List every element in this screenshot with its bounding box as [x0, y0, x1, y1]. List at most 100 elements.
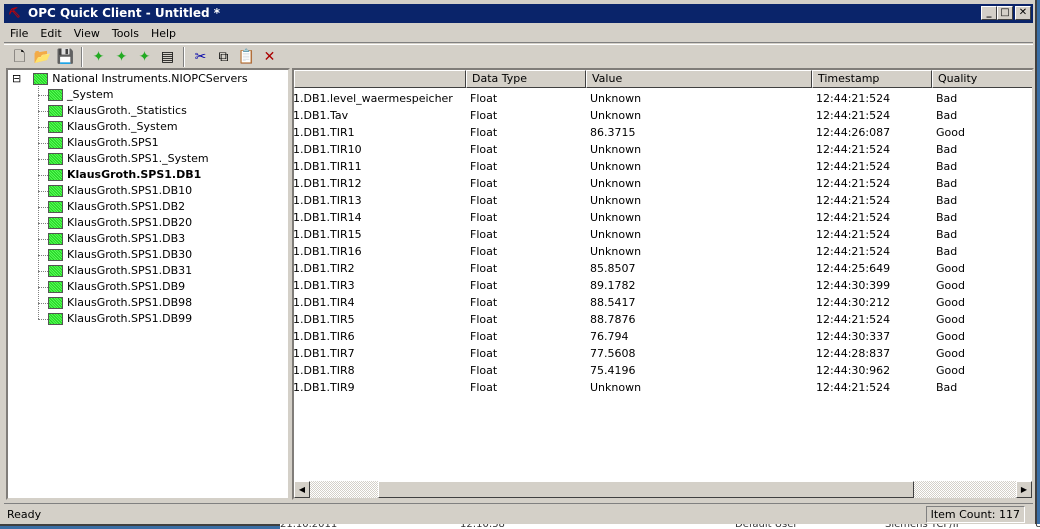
cut-icon: ✂: [194, 48, 207, 65]
column-header[interactable]: Data Type: [466, 70, 586, 88]
cell: 12:44:25:649: [816, 262, 891, 275]
new-file-button[interactable]: 🗋: [8, 46, 31, 68]
table-row[interactable]: 1.DB1.TIR13 Float Unknown 12:44:21:524 Bad: [294, 192, 1032, 209]
cell: 1.DB1.TIR9: [293, 381, 355, 394]
tree-item[interactable]: KlausGroth._System: [48, 119, 178, 135]
cell: 88.7876: [590, 313, 636, 326]
column-header[interactable]: Quality: [932, 70, 1032, 88]
menu-file[interactable]: File: [4, 24, 34, 42]
cell: 12:44:21:524: [816, 228, 891, 241]
cell: Float: [470, 92, 498, 105]
cell: 12:44:21:524: [816, 245, 891, 258]
save-button[interactable]: 💾: [54, 46, 77, 68]
server-tree[interactable]: ⊟ National Instruments.NIOPCServers _Syste…: [6, 68, 290, 500]
tree-item[interactable]: KlausGroth.SPS1.DB99: [48, 311, 192, 327]
table-row[interactable]: 1.DB1.TIR15 Float Unknown 12:44:21:524 Bad: [294, 226, 1032, 243]
table-row[interactable]: 1.DB1.Tav Float Unknown 12:44:21:524 Bad: [294, 107, 1032, 124]
column-header[interactable]: Value: [586, 70, 812, 88]
open-folder-button[interactable]: 📂: [31, 46, 54, 68]
cell: 1.DB1.TIR3: [293, 279, 355, 292]
tree-item[interactable]: KlausGroth.SPS1.DB20: [48, 215, 192, 231]
menu-tools[interactable]: Tools: [106, 24, 145, 42]
tree-item[interactable]: KlausGroth.SPS1.DB2: [48, 199, 185, 215]
menu-edit[interactable]: Edit: [34, 24, 67, 42]
tree-line: [38, 111, 48, 112]
new-server-connection-button[interactable]: ✦: [87, 46, 110, 68]
cell: 89.1782: [590, 279, 636, 292]
properties-button[interactable]: ▤: [156, 46, 179, 68]
tree-item[interactable]: KlausGroth.SPS1.DB10: [48, 183, 192, 199]
folder-icon: [48, 201, 63, 213]
menu-view[interactable]: View: [68, 24, 106, 42]
cell: 1.DB1.TIR12: [293, 177, 362, 190]
table-row[interactable]: 1.DB1.TIR4 Float 88.5417 12:44:30:212 Good: [294, 294, 1032, 311]
tree-item[interactable]: KlausGroth.SPS1: [48, 135, 159, 151]
table-row[interactable]: 1.DB1.level_waermespeicher Float Unknown 12…: [294, 90, 1032, 107]
cell: Float: [470, 160, 498, 173]
cell: Bad: [936, 211, 958, 224]
table-row[interactable]: 1.DB1.TIR11 Float Unknown 12:44:21:524 Bad: [294, 158, 1032, 175]
tree-item[interactable]: KlausGroth.SPS1.DB3: [48, 231, 185, 247]
collapse-icon[interactable]: ⊟: [12, 71, 21, 87]
tree-item[interactable]: KlausGroth.SPS1.DB31: [48, 263, 192, 279]
folder-icon: [48, 249, 63, 261]
scroll-right-button[interactable]: ▶: [1016, 481, 1032, 498]
horizontal-scrollbar[interactable]: ◀ ▶: [294, 481, 1032, 498]
tree-item[interactable]: KlausGroth.SPS1.DB9: [48, 279, 185, 295]
table-row[interactable]: 1.DB1.TIR9 Float Unknown 12:44:21:524 Bad: [293, 379, 1032, 396]
cell: Good: [936, 347, 965, 360]
tree-root-label: National Instruments.NIOPCServers: [52, 72, 248, 85]
cell: 12:44:21:524: [816, 194, 891, 207]
table-row[interactable]: 1.DB1.TIR6 Float 76.794 12:44:30:337 Good: [294, 328, 1032, 345]
tree-item[interactable]: KlausGroth.SPS1._System: [48, 151, 209, 167]
paste-button[interactable]: 📋: [235, 46, 258, 68]
cell: 1.DB1.TIR8: [293, 364, 355, 377]
maximize-button[interactable]: □: [997, 6, 1013, 20]
delete-button[interactable]: ✕: [258, 46, 281, 68]
table-row[interactable]: 1.DB1.TIR10 Float Unknown 12:44:21:524 Bad: [293, 141, 1032, 158]
new-group-button[interactable]: ✦: [110, 46, 133, 68]
table-row[interactable]: 1.DB1.TIR14 Float Unknown 12:44:21:524 Bad: [294, 209, 1032, 226]
folder-icon: [48, 233, 63, 245]
cell: Good: [936, 262, 965, 275]
tree-item[interactable]: KlausGroth._Statistics: [48, 103, 187, 119]
new-item-button[interactable]: ✦: [133, 46, 156, 68]
cell: 1.DB1.TIR10: [293, 143, 362, 156]
table-row[interactable]: 1.DB1.TIR2 Float 85.8507 12:44:25:649 Good: [294, 260, 1032, 277]
table-row[interactable]: 1.DB1.TIR3 Float 89.1782 12:44:30:399 Good: [293, 277, 1032, 294]
table-row[interactable]: 1.DB1.TIR8 Float 75.4196 12:44:30:962 Good: [293, 362, 1032, 379]
cell: 1.DB1.TIR1: [293, 126, 355, 139]
tree-item[interactable]: _System: [48, 87, 114, 103]
table-row[interactable]: 1.DB1.TIR1 Float 86.3715 12:44:26:087 Good: [293, 124, 1032, 141]
minimize-button[interactable]: _: [981, 6, 997, 20]
cell: Float: [470, 245, 498, 258]
cell: 12:44:30:212: [816, 296, 891, 309]
table-row[interactable]: 1.DB1.TIR5 Float 88.7876 12:44:21:524 Good: [294, 311, 1032, 328]
cell: Bad: [936, 92, 958, 105]
item-list[interactable]: Data Type Value Timestamp Quality 1.DB1.lev…: [292, 68, 1034, 500]
title-bar[interactable]: ⛏ OPC Quick Client - Untitled * _ □ ✕: [4, 4, 1033, 23]
table-row[interactable]: 1.DB1.TIR16 Float Unknown 12:44:21:524 Bad: [294, 243, 1032, 260]
tree-item[interactable]: KlausGroth.SPS1.DB1: [48, 167, 201, 183]
tree-root[interactable]: ⊟ National Instruments.NIOPCServers: [12, 71, 248, 87]
close-button[interactable]: ✕: [1015, 6, 1031, 20]
tree-item[interactable]: KlausGroth.SPS1.DB98: [48, 295, 192, 311]
tree-line: [38, 191, 48, 192]
toolbar-separator: [183, 46, 185, 67]
column-header[interactable]: [294, 70, 466, 88]
tree-line: [38, 319, 48, 320]
server-icon: [33, 73, 49, 85]
table-row[interactable]: 1.DB1.TIR12 Float Unknown 12:44:21:524 Bad: [293, 175, 1032, 192]
cell: 12:44:30:399: [816, 279, 891, 292]
cut-button[interactable]: ✂: [189, 46, 212, 68]
table-row[interactable]: 1.DB1.TIR7 Float 77.5608 12:44:28:837 Good: [294, 345, 1032, 362]
menu-help[interactable]: Help: [145, 24, 182, 42]
opc-quick-client-window: ⛏ OPC Quick Client - Untitled * _ □ ✕ Fi…: [0, 0, 1037, 526]
scroll-left-button[interactable]: ◀: [294, 481, 310, 498]
scroll-thumb[interactable]: [378, 481, 914, 498]
tree-line: [38, 127, 48, 128]
tree-item[interactable]: KlausGroth.SPS1.DB30: [48, 247, 192, 263]
column-header[interactable]: Timestamp: [812, 70, 932, 88]
cell: Unknown: [590, 211, 642, 224]
copy-button[interactable]: ⧉: [212, 46, 235, 68]
